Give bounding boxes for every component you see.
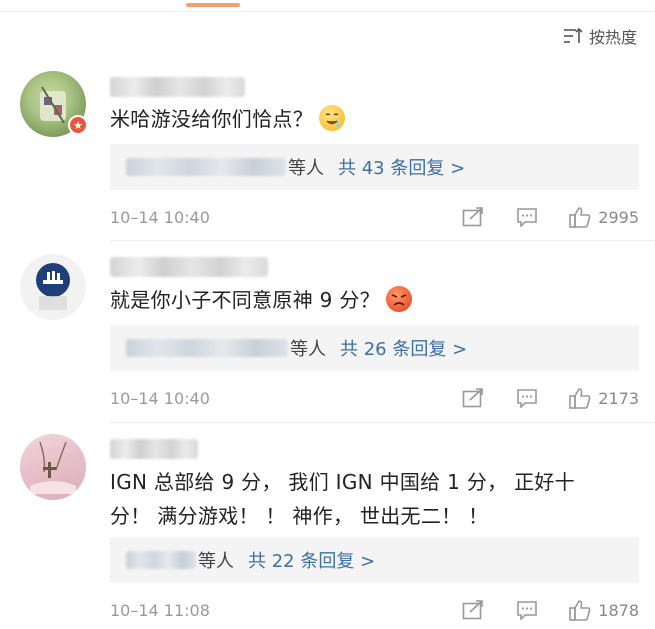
username-obscured: [110, 439, 198, 459]
like-count: 1878: [598, 600, 639, 620]
replier-names-obscured: [126, 551, 196, 569]
replier-names-obscured: [126, 339, 288, 357]
comment-text: 就是你小子不同意原神 9 分？: [110, 283, 412, 317]
comment-icon[interactable]: [516, 600, 538, 620]
like-icon[interactable]: [568, 599, 592, 621]
replies-summary[interactable]: 等人 共 26 条回复 >: [110, 325, 639, 371]
comment-meta: 10–14 11:08 1878: [110, 598, 639, 622]
like-count: 2173: [598, 388, 639, 408]
view-replies-link[interactable]: 共 26 条回复 >: [340, 335, 467, 361]
share-icon[interactable]: [462, 207, 484, 227]
like-icon[interactable]: [568, 387, 592, 409]
avatar[interactable]: [20, 254, 86, 320]
comment-timestamp: 10–14 10:40: [110, 388, 210, 408]
comment-meta: 10–14 10:40: [110, 205, 639, 229]
comment-divider: [110, 422, 655, 423]
view-replies-link[interactable]: 共 43 条回复 >: [338, 154, 465, 180]
share-icon[interactable]: [462, 600, 484, 620]
replies-summary[interactable]: 等人 共 43 条回复 >: [110, 144, 639, 190]
comment-icon[interactable]: [516, 207, 538, 227]
like-icon[interactable]: [568, 206, 592, 228]
drooling-face-emoji: [319, 105, 345, 131]
comment-divider: [110, 240, 655, 241]
replies-summary[interactable]: 等人 共 22 条回复 >: [110, 537, 639, 583]
username-obscured: [110, 257, 268, 277]
verified-badge-icon: ★: [68, 115, 88, 135]
angry-face-emoji: [385, 286, 412, 312]
comment-text: 米哈游没给你们恰点？: [110, 102, 345, 136]
view-replies-link[interactable]: 共 22 条回复 >: [248, 547, 375, 573]
comment-timestamp: 10–14 10:40: [110, 207, 210, 227]
like-count: 2995: [598, 207, 639, 227]
comment-meta: 10–14 10:40: [110, 386, 639, 410]
avatar[interactable]: [20, 434, 86, 500]
header-divider: [0, 11, 655, 12]
username-obscured: [110, 77, 245, 97]
replier-names-obscured: [126, 158, 286, 176]
sort-icon: [563, 28, 583, 44]
comment-icon[interactable]: [516, 388, 538, 408]
sort-label: 按热度: [588, 28, 637, 47]
active-tab-indicator: [186, 3, 240, 7]
share-icon[interactable]: [462, 388, 484, 408]
comment-timestamp: 10–14 11:08: [110, 600, 210, 620]
comment-text: IGN 总部给 9 分， 我们 IGN 中国给 1 分， 正好十 分！ 满分游戏…: [110, 470, 575, 528]
sort-by-hot-button[interactable]: 按热度: [563, 25, 637, 47]
